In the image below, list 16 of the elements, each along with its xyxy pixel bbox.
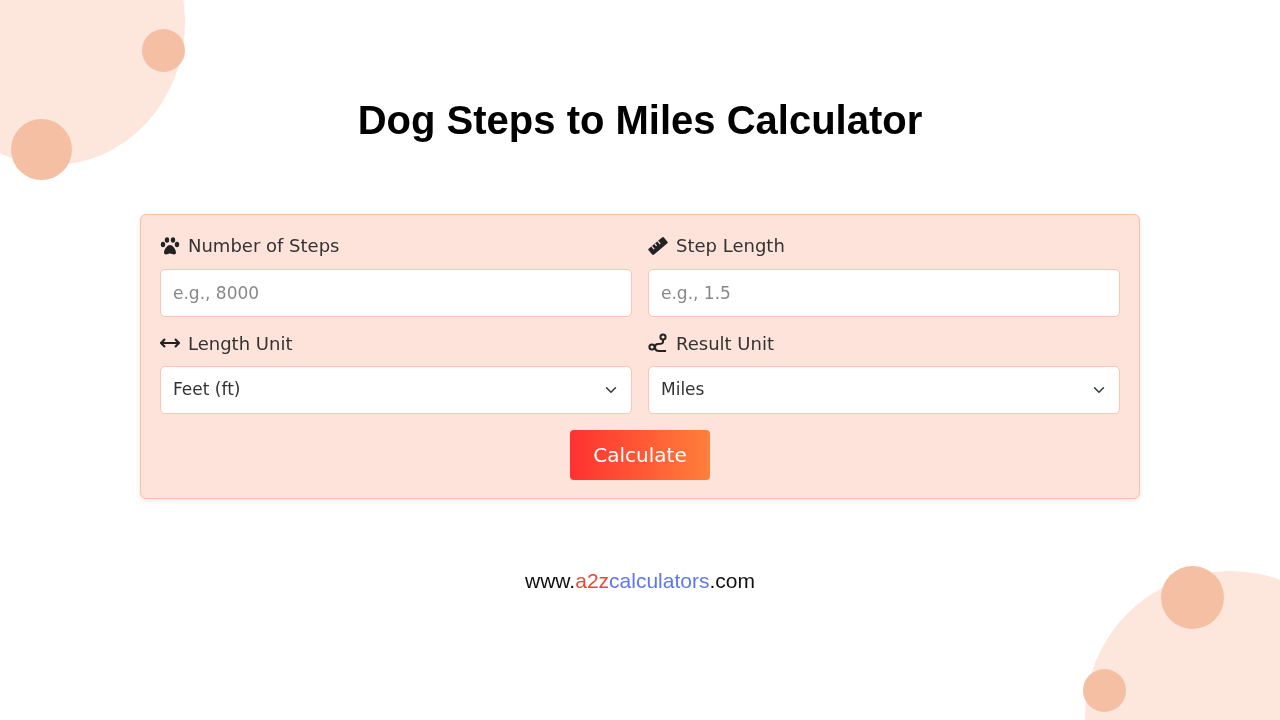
input-field[interactable]: e.g., 8000 [160,268,632,317]
paw-icon [160,236,180,255]
field-label: Length Unit [188,332,293,355]
input-field[interactable]: e.g., 1.5 [648,268,1120,317]
double-arrow-icon [160,337,180,350]
website-url-part: calculators [609,569,710,593]
website-url-part: a2z [575,569,610,593]
route-icon [648,333,668,354]
dropdown[interactable]: Feet (ft) [160,366,632,415]
dropdown[interactable]: Miles [648,366,1120,415]
field-label: Step Length [676,235,785,257]
field-label: Result Unit [676,332,774,355]
field-label: Number of Steps [188,235,340,257]
page-title: Dog Steps to Miles Calculator [357,97,923,144]
website-url-part: www. [525,569,576,593]
website-url-part: .com [709,569,755,593]
